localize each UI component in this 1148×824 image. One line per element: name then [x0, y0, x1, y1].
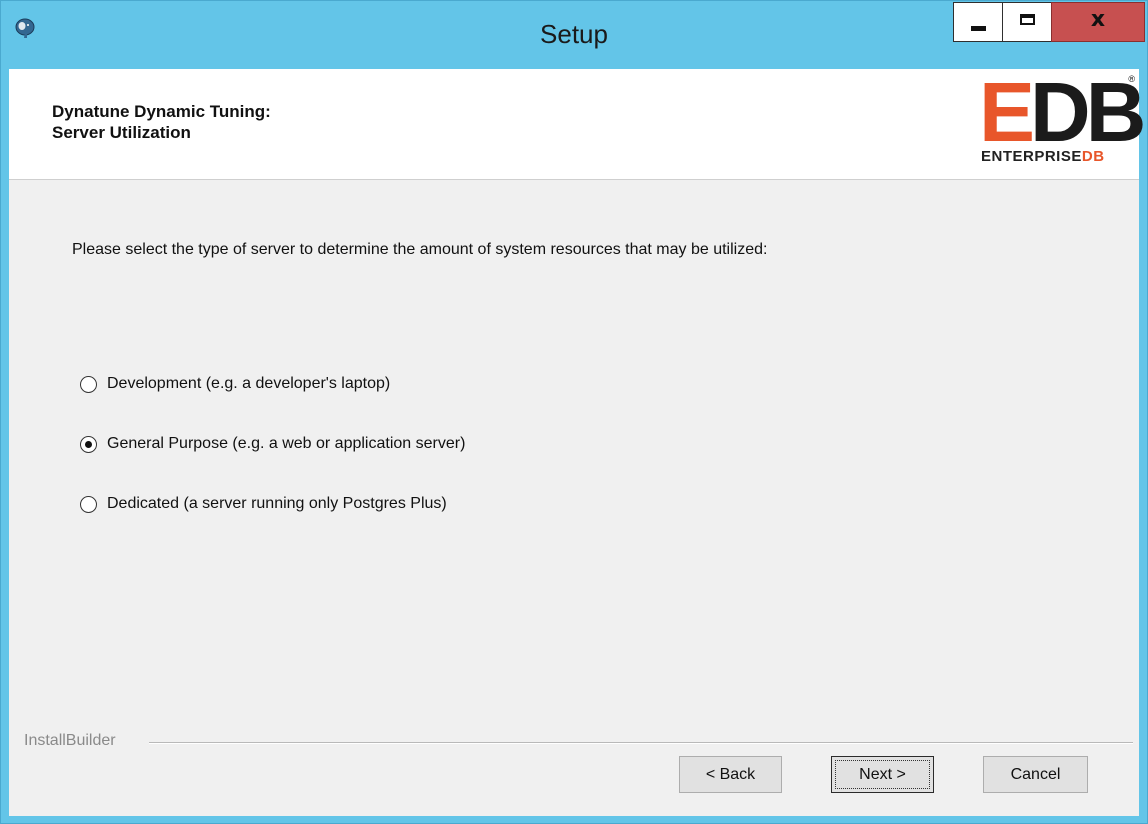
footer-divider — [149, 742, 1133, 744]
close-icon: x — [1090, 7, 1106, 32]
page-title-line1: Dynatune Dynamic Tuning: — [52, 102, 271, 121]
radio-button[interactable] — [80, 436, 97, 453]
page-title: Dynatune Dynamic Tuning: Server Utilizat… — [52, 101, 271, 143]
radio-label[interactable]: Dedicated (a server running only Postgre… — [107, 495, 447, 513]
back-button[interactable]: < Back — [679, 756, 782, 793]
wizard-header: Dynatune Dynamic Tuning: Server Utilizat… — [9, 69, 1146, 180]
focus-ring — [835, 760, 930, 789]
logo-mark: EDB — [979, 70, 1146, 154]
installbuilder-label: InstallBuilder — [24, 732, 116, 749]
next-button[interactable]: Next > — [831, 756, 934, 793]
wizard-content: Please select the type of server to dete… — [9, 180, 1139, 816]
instructions-text: Please select the type of server to dete… — [72, 241, 768, 258]
cancel-button[interactable]: Cancel — [983, 756, 1088, 793]
logo-mark-db: DB — [1030, 65, 1146, 159]
radio-button[interactable] — [80, 496, 97, 513]
enterprisedb-logo: EDB ® ENTERPRISEDB — [977, 70, 1146, 176]
radio-button[interactable] — [80, 376, 97, 393]
registered-mark: ® — [1128, 74, 1135, 84]
logo-wordmark-main: ENTERPRISE — [981, 148, 1082, 165]
minimize-icon — [971, 26, 986, 31]
maximize-icon — [1020, 14, 1035, 25]
maximize-button[interactable] — [1002, 2, 1052, 42]
logo-mark-e: E — [979, 65, 1035, 159]
minimize-button[interactable] — [953, 2, 1003, 42]
page-title-line2: Server Utilization — [52, 123, 191, 142]
logo-wordmark-accent: DB — [1081, 148, 1105, 165]
radio-selected-dot — [85, 441, 92, 448]
setup-window: Setup x Dynatune Dynamic Tuning: Server … — [0, 0, 1148, 824]
logo-wordmark: ENTERPRISEDB — [981, 148, 1105, 165]
close-button[interactable]: x — [1051, 2, 1145, 42]
radio-label[interactable]: General Purpose (e.g. a web or applicati… — [107, 435, 465, 453]
radio-label[interactable]: Development (e.g. a developer's laptop) — [107, 375, 390, 393]
title-bar[interactable]: Setup x — [1, 1, 1147, 69]
